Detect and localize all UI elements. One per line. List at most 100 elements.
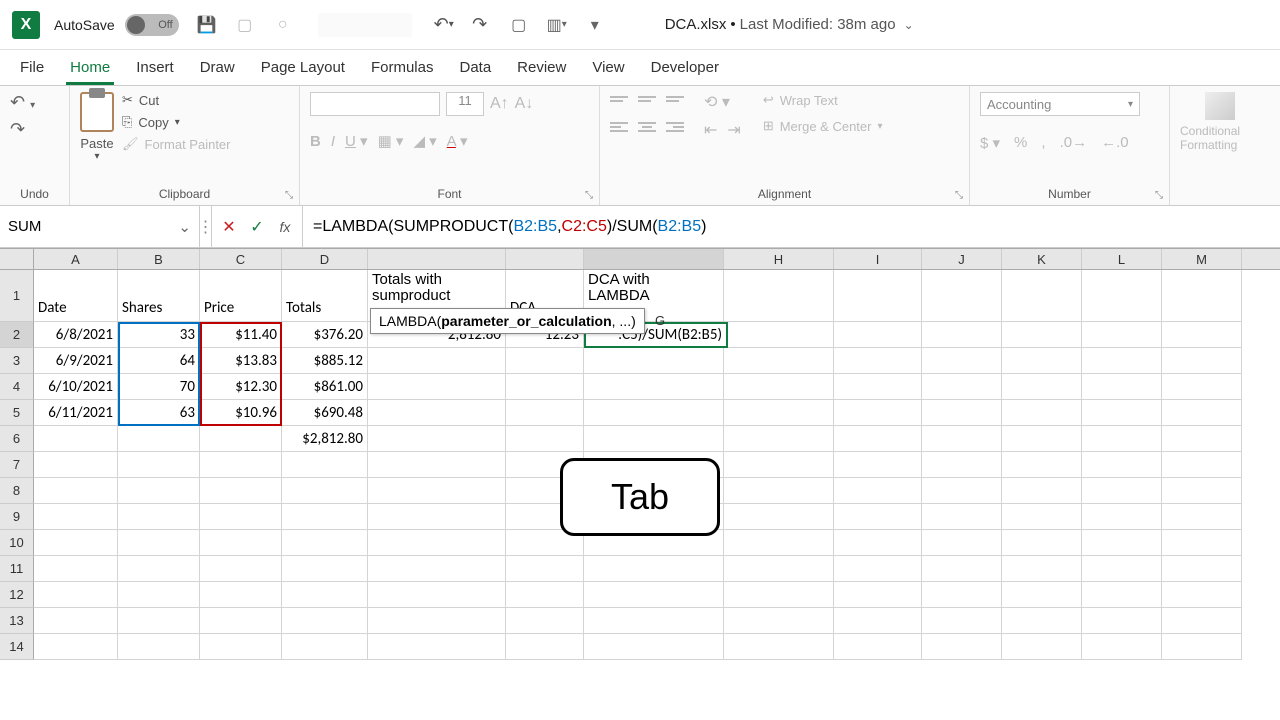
- cell[interactable]: [724, 400, 834, 426]
- cell[interactable]: [200, 426, 282, 452]
- cell[interactable]: [34, 426, 118, 452]
- row-header[interactable]: 1: [0, 270, 34, 322]
- tab-review[interactable]: Review: [513, 51, 570, 85]
- cell[interactable]: [834, 322, 922, 348]
- cell[interactable]: [584, 374, 724, 400]
- cell[interactable]: [506, 374, 584, 400]
- font-color-button[interactable]: A ▾: [447, 132, 468, 150]
- cell[interactable]: [1082, 270, 1162, 322]
- autosave-toggle[interactable]: Off: [125, 14, 179, 36]
- cell[interactable]: $885.12: [282, 348, 368, 374]
- cell[interactable]: 6/9/2021: [34, 348, 118, 374]
- col-header[interactable]: B: [118, 249, 200, 269]
- accept-formula-icon[interactable]: ✓: [248, 218, 266, 236]
- align-left-button[interactable]: [610, 120, 628, 134]
- cell[interactable]: [1082, 322, 1162, 348]
- cell[interactable]: Shares: [118, 270, 200, 322]
- row-header[interactable]: 14: [0, 634, 34, 660]
- cell[interactable]: [834, 400, 922, 426]
- qat-customize-icon[interactable]: ▾: [585, 15, 605, 35]
- decrease-decimal-button[interactable]: ←.0: [1101, 134, 1129, 152]
- cell[interactable]: [506, 400, 584, 426]
- cell[interactable]: $376.20: [282, 322, 368, 348]
- underline-button[interactable]: U ▾: [345, 132, 368, 150]
- percent-format-button[interactable]: %: [1014, 134, 1027, 152]
- tab-insert[interactable]: Insert: [132, 51, 178, 85]
- cell[interactable]: [922, 374, 1002, 400]
- cell[interactable]: [724, 322, 834, 348]
- formula-input[interactable]: =LAMBDA(SUMPRODUCT(B2:B5,C2:C5)/SUM(B2:B…: [303, 206, 1280, 247]
- wrap-text-button[interactable]: ↩Wrap Text: [763, 92, 883, 108]
- cell[interactable]: 63: [118, 400, 200, 426]
- cell[interactable]: $12.30: [200, 374, 282, 400]
- number-format-select[interactable]: Accounting▾: [980, 92, 1140, 116]
- cell[interactable]: [922, 400, 1002, 426]
- align-center-button[interactable]: [638, 120, 656, 134]
- number-launcher-icon[interactable]: ⤡: [1155, 190, 1163, 201]
- cell[interactable]: [1162, 348, 1242, 374]
- cell[interactable]: [724, 426, 834, 452]
- font-name-select[interactable]: [310, 92, 440, 116]
- tab-formulas[interactable]: Formulas: [367, 51, 438, 85]
- cell[interactable]: [368, 348, 506, 374]
- cell[interactable]: [922, 348, 1002, 374]
- font-launcher-icon[interactable]: ⤡: [585, 190, 593, 201]
- ribbon-undo-icon[interactable]: ↶ ▾: [10, 92, 35, 113]
- row-header[interactable]: 4: [0, 374, 34, 400]
- cell[interactable]: [1002, 322, 1082, 348]
- fill-color-button[interactable]: ◢ ▾: [413, 132, 436, 150]
- cell[interactable]: Date: [34, 270, 118, 322]
- accounting-format-button[interactable]: $ ▾: [980, 134, 1000, 152]
- cell[interactable]: [1082, 400, 1162, 426]
- cell[interactable]: [1162, 322, 1242, 348]
- tab-home[interactable]: Home: [66, 51, 114, 85]
- increase-indent-button[interactable]: ⇥: [727, 120, 740, 140]
- undo-icon[interactable]: ↶▾: [433, 14, 455, 36]
- qat-icon-1[interactable]: ▢: [235, 15, 255, 35]
- increase-font-icon[interactable]: A↑: [490, 95, 509, 113]
- cell[interactable]: [1082, 374, 1162, 400]
- cell[interactable]: [724, 374, 834, 400]
- cell[interactable]: [1082, 348, 1162, 374]
- row-header[interactable]: 2: [0, 322, 34, 348]
- tab-view[interactable]: View: [588, 51, 628, 85]
- cell[interactable]: [506, 348, 584, 374]
- row-header[interactable]: 6: [0, 426, 34, 452]
- cell[interactable]: Price: [200, 270, 282, 322]
- cell[interactable]: $11.40: [200, 322, 282, 348]
- cell[interactable]: $10.96: [200, 400, 282, 426]
- col-header[interactable]: L: [1082, 249, 1162, 269]
- increase-decimal-button[interactable]: .0→: [1060, 134, 1088, 152]
- orientation-button[interactable]: ⟲ ▾: [704, 92, 730, 112]
- cell[interactable]: [118, 426, 200, 452]
- font-size-select[interactable]: 11: [446, 92, 484, 116]
- col-header[interactable]: H: [724, 249, 834, 269]
- cell[interactable]: [834, 374, 922, 400]
- cell[interactable]: [584, 426, 724, 452]
- cell[interactable]: [1002, 348, 1082, 374]
- cell[interactable]: [1002, 426, 1082, 452]
- cell[interactable]: [368, 374, 506, 400]
- borders-button[interactable]: ▦ ▾: [378, 132, 404, 150]
- alignment-launcher-icon[interactable]: ⤡: [955, 190, 963, 201]
- tab-developer[interactable]: Developer: [647, 51, 723, 85]
- col-header[interactable]: [584, 249, 724, 269]
- align-right-button[interactable]: [666, 120, 684, 134]
- cell[interactable]: [584, 400, 724, 426]
- tab-page-layout[interactable]: Page Layout: [257, 51, 349, 85]
- cell[interactable]: [1002, 400, 1082, 426]
- cell[interactable]: [1162, 426, 1242, 452]
- cell[interactable]: 64: [118, 348, 200, 374]
- qat-icon-2[interactable]: ○: [273, 15, 293, 35]
- decrease-font-icon[interactable]: A↓: [515, 95, 534, 113]
- cell[interactable]: [1002, 270, 1082, 322]
- name-box-dropdown-icon[interactable]: ⌄: [178, 218, 191, 236]
- row-header[interactable]: 3: [0, 348, 34, 374]
- copy-button[interactable]: ⎘Copy▾: [122, 114, 231, 130]
- cell[interactable]: [922, 426, 1002, 452]
- save-icon[interactable]: 💾: [197, 15, 217, 35]
- tab-file[interactable]: File: [16, 51, 48, 85]
- row-header[interactable]: 9: [0, 504, 34, 530]
- cell[interactable]: [1082, 426, 1162, 452]
- row-header[interactable]: 12: [0, 582, 34, 608]
